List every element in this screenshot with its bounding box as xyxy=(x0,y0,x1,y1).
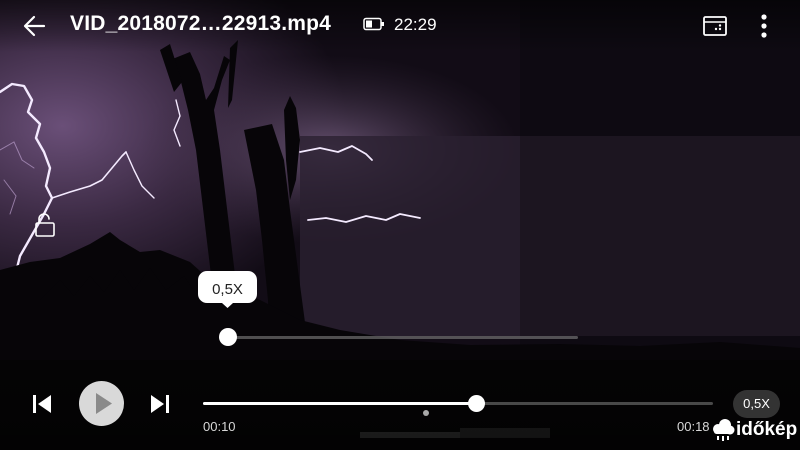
progress-fill xyxy=(203,402,476,405)
back-arrow-icon[interactable] xyxy=(20,11,50,41)
skip-next-icon[interactable] xyxy=(149,393,171,415)
speed-tooltip-label: 0,5X xyxy=(212,281,243,298)
progress-thumb[interactable] xyxy=(467,395,485,412)
unlock-icon[interactable] xyxy=(34,212,58,238)
speed-slider-track[interactable] xyxy=(228,336,578,339)
battery-icon xyxy=(363,17,385,31)
current-time: 00:10 xyxy=(203,419,236,434)
status-clock: 22:29 xyxy=(394,15,437,34)
progress-bar[interactable] xyxy=(203,395,713,412)
play-icon xyxy=(96,393,112,414)
skip-previous-icon[interactable] xyxy=(31,393,53,415)
watermark-text: időkép xyxy=(736,419,798,440)
video-player[interactable]: VID_2018072…22913.mp4 22:29 0,5X 00:10 0… xyxy=(0,0,800,450)
picture-in-picture-icon[interactable] xyxy=(701,12,729,40)
video-title: VID_2018072…22913.mp4 xyxy=(70,12,332,35)
speed-slider-thumb[interactable] xyxy=(219,328,237,346)
play-button[interactable] xyxy=(79,381,124,426)
more-vertical-icon[interactable] xyxy=(752,11,776,41)
total-time: 00:18 xyxy=(677,419,710,434)
